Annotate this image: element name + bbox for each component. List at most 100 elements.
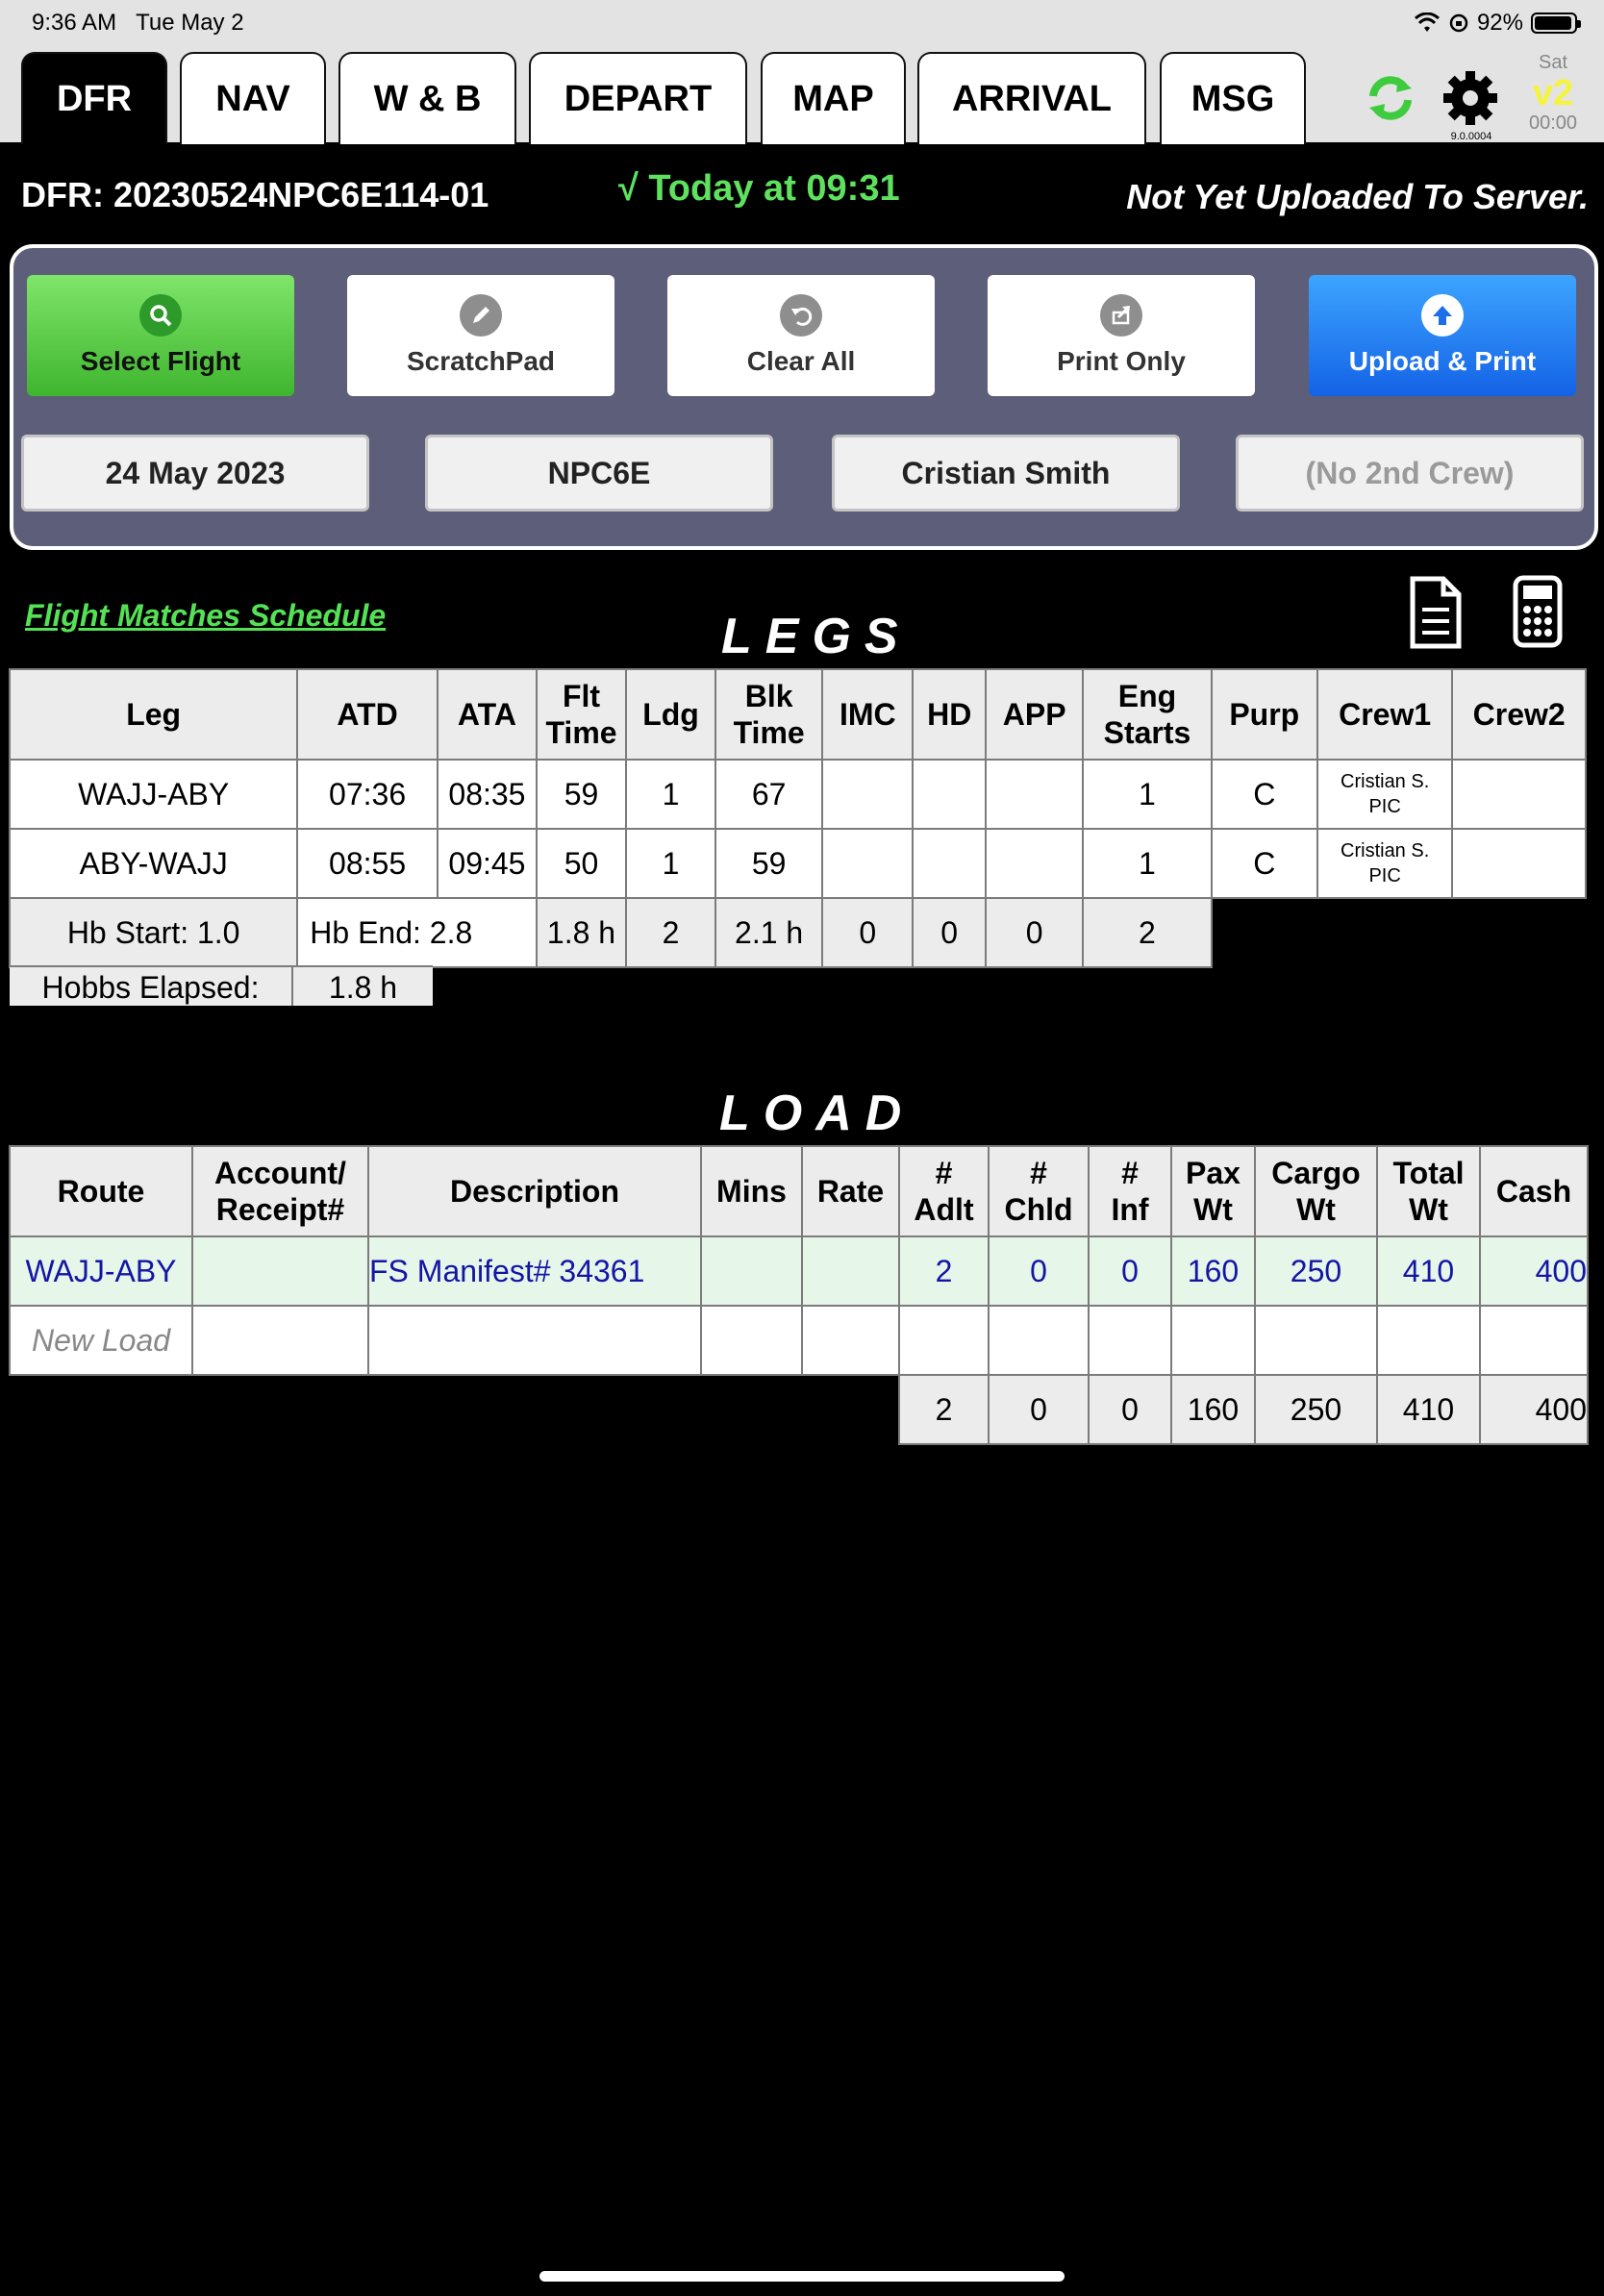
leg-eng-starts[interactable]: 1 [1082,828,1213,899]
col-rate: Rate [801,1145,900,1237]
wifi-icon [1414,12,1440,32]
hobbs-elapsed: Hobbs Elapsed: 1.8 h [10,965,433,1006]
load-cash[interactable]: 400 [1479,1235,1589,1307]
leg-purp[interactable]: C [1210,828,1318,899]
load-chld[interactable]: 0 [988,1235,1090,1307]
load-title: LOAD [719,1086,915,1141]
aircraft-field[interactable]: NPC6E [425,435,773,512]
sat-status[interactable]: Sat v2 00:00 [1522,52,1584,135]
tab-map[interactable]: MAP [761,52,906,144]
leg-blk-time[interactable]: 67 [714,759,824,830]
calculator-icon[interactable] [1513,575,1563,648]
flight-matches-link[interactable]: Flight Matches Schedule [25,598,386,634]
leg-crew1[interactable]: Cristian S. PIC [1316,759,1454,830]
load-header-row: Route Account/Receipt# Description Mins … [9,1145,1589,1237]
legs-title: LEGS [721,609,912,664]
leg-purp[interactable]: C [1210,759,1318,830]
hobbs-end[interactable]: Hb End: 2.8 [296,897,538,968]
upload-print-button[interactable]: Upload & Print [1309,275,1576,396]
legs-totals-row: Hb Start: 1.0 Hb End: 2.8 1.8 h 2 2.1 h … [8,897,1586,968]
leg-ldg[interactable]: 1 [625,759,717,830]
load-description[interactable]: FS Manifest# 34361 [367,1235,702,1307]
col-atd: ATD [296,668,439,761]
col-purp: Purp [1210,668,1318,761]
col-description: Description [367,1145,702,1237]
hobbs-start[interactable]: Hb Start: 1.0 [8,897,299,968]
crew1-field[interactable]: Cristian Smith [832,435,1180,512]
print-only-button[interactable]: Print Only [988,275,1255,396]
leg-eng-starts[interactable]: 1 [1082,759,1213,830]
tab-weight-balance[interactable]: W & B [338,52,516,144]
orientation-lock-icon [1449,13,1468,33]
load-adlt[interactable]: 2 [898,1235,990,1307]
date-field[interactable]: 24 May 2023 [21,435,369,512]
leg-atd[interactable]: 07:36 [296,759,439,830]
app-version: 9.0.0004 [1450,131,1492,142]
load-account[interactable] [191,1235,369,1307]
total-pax-wt: 160 [1170,1374,1256,1445]
leg-ldg[interactable]: 1 [625,828,717,899]
hobbs-elapsed-value: 1.8 h [293,967,433,1006]
total-app: 0 [985,897,1085,968]
leg-flt-time[interactable]: 50 [535,828,628,899]
leg-atd[interactable]: 08:55 [296,828,439,899]
clear-all-button[interactable]: Clear All [667,275,935,396]
select-flight-button[interactable]: Select Flight [27,275,294,396]
load-row[interactable]: WAJJ-ABY FS Manifest# 34361 2 0 0 160 25… [9,1235,1589,1307]
leg-hd[interactable] [912,828,988,899]
leg-hd[interactable] [912,759,988,830]
leg-crew1[interactable]: Cristian S. PIC [1316,828,1454,899]
pencil-icon [460,294,502,337]
crew2-field[interactable]: (No 2nd Crew) [1236,435,1584,512]
leg-ata[interactable]: 08:35 [436,759,539,830]
leg-app[interactable] [985,759,1085,830]
col-app: APP [985,668,1085,761]
total-total-wt: 410 [1376,1374,1481,1445]
sync-icon[interactable] [1364,71,1417,125]
leg-ata[interactable]: 09:45 [436,828,539,899]
load-route[interactable]: WAJJ-ABY [9,1235,193,1307]
status-indicators: 92% [1414,10,1581,37]
leg-crew2[interactable] [1451,759,1587,830]
leg-imc[interactable] [821,828,915,899]
tab-nav[interactable]: NAV [180,52,326,144]
scratchpad-button[interactable]: ScratchPad [347,275,614,396]
home-indicator[interactable] [539,2271,1065,2282]
col-ldg: Ldg [625,668,717,761]
load-cargo-wt[interactable]: 250 [1254,1235,1378,1307]
leg-flt-time[interactable]: 59 [535,759,628,830]
new-load-row[interactable]: New Load [9,1305,1589,1376]
gear-icon[interactable] [1440,67,1501,129]
col-crew1: Crew1 [1316,668,1454,761]
total-chld: 0 [988,1374,1090,1445]
leg-route[interactable]: ABY-WAJJ [8,828,299,899]
scratchpad-label: ScratchPad [406,346,556,376]
leg-app[interactable] [985,828,1085,899]
total-imc: 0 [821,897,915,968]
load-total-wt[interactable]: 410 [1376,1235,1481,1307]
leg-blk-time[interactable]: 59 [714,828,824,899]
tab-dfr[interactable]: DFR [21,52,167,144]
sat-time: 00:00 [1528,112,1578,134]
load-pax-wt[interactable]: 160 [1170,1235,1256,1307]
col-imc: IMC [821,668,915,761]
leg-imc[interactable] [821,759,915,830]
battery-icon [1531,12,1581,34]
document-icon[interactable] [1407,575,1465,652]
new-load-input[interactable]: New Load [9,1305,193,1376]
col-total-wt: Total Wt [1376,1145,1481,1237]
load-inf[interactable]: 0 [1088,1235,1172,1307]
leg-row[interactable]: WAJJ-ABY 07:36 08:35 59 1 67 1 C Cristia… [8,759,1587,830]
leg-route[interactable]: WAJJ-ABY [8,759,299,830]
load-mins[interactable] [700,1235,803,1307]
leg-row[interactable]: ABY-WAJJ 08:55 09:45 50 1 59 1 C Cristia… [8,828,1587,899]
tab-arrival[interactable]: ARRIVAL [917,52,1146,144]
tab-msg[interactable]: MSG [1160,52,1306,144]
tab-depart[interactable]: DEPART [529,52,747,144]
undo-icon [780,294,822,337]
hobbs-elapsed-label: Hobbs Elapsed: [10,967,293,1006]
total-inf: 0 [1088,1374,1172,1445]
load-rate[interactable] [801,1235,900,1307]
col-cash: Cash [1479,1145,1589,1237]
leg-crew2[interactable] [1451,828,1587,899]
